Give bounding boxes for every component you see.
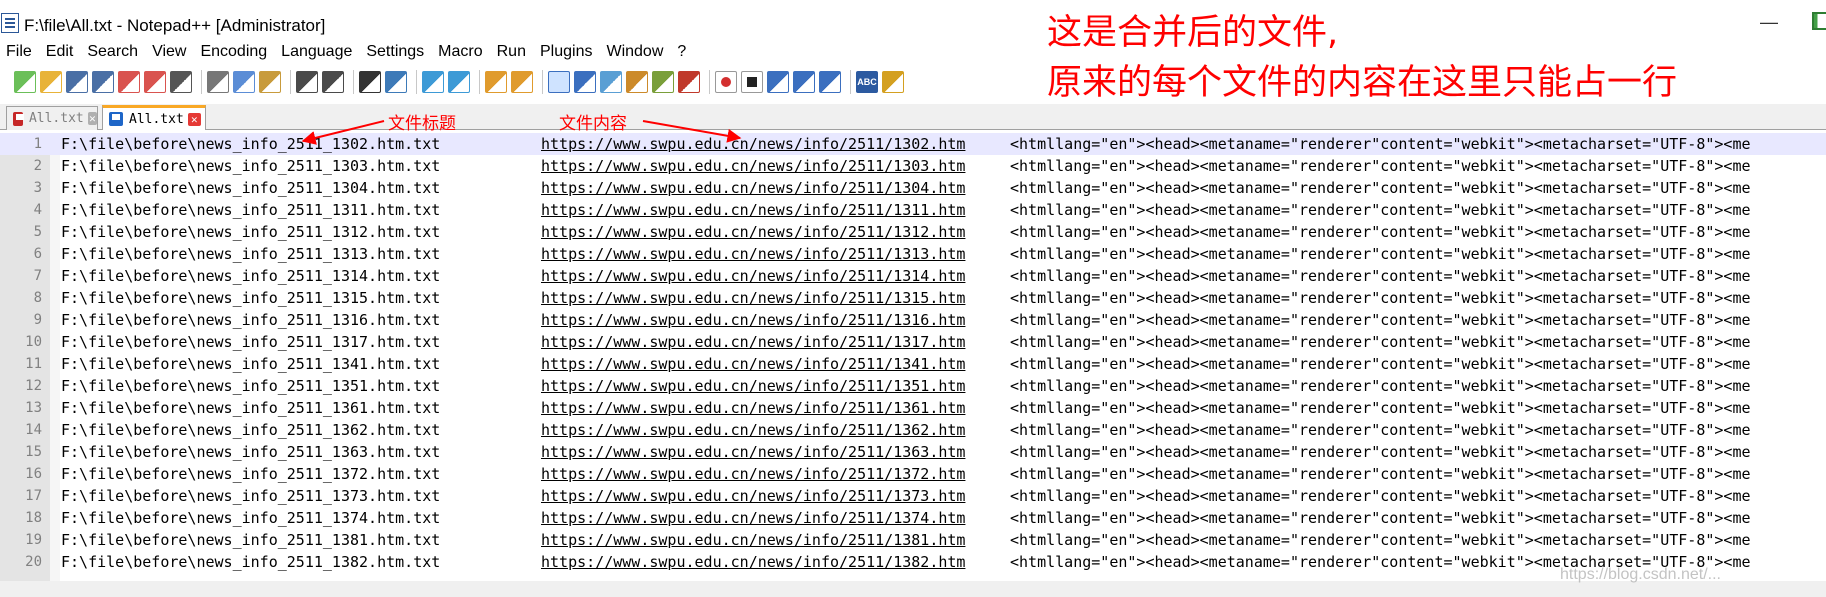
annotation-arrows	[301, 120, 742, 145]
arrow-to-file-title	[301, 120, 385, 145]
arrow-to-file-content	[642, 120, 742, 143]
